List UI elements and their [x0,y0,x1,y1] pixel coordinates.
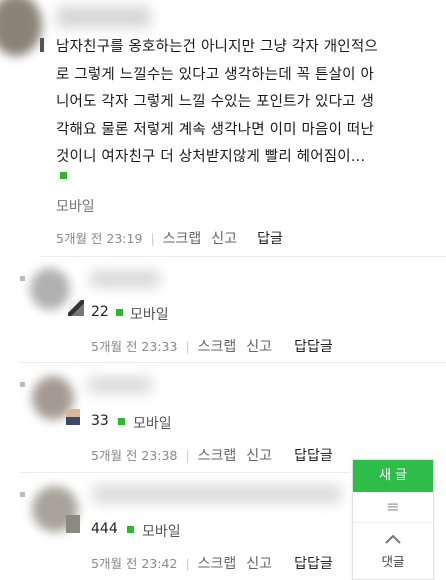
comments-label[interactable]: 댓글 [353,551,433,570]
reply-text: 33 [91,413,109,429]
source-label: 모바일 [142,524,181,540]
divider [20,362,446,363]
nickname-blurred[interactable] [88,376,152,394]
timestamp: 5개월 전 23:38 [91,448,178,463]
reply-meta: 5개월 전 23:42 | 스크랩 신고 답답글 [91,553,333,573]
separator: | [185,448,190,463]
separator: | [185,556,190,571]
separator: | [150,231,155,246]
nickname-blurred[interactable] [90,270,160,288]
comment-line: 니어도 각자 그렇게 느낄 수있는 포인트가 있다고 생 [56,94,375,110]
separator: | [185,339,190,354]
avatar[interactable] [30,268,70,310]
report-button[interactable]: 신고 [246,448,272,464]
scrap-button[interactable]: 스크랩 [163,231,202,247]
reply-button[interactable]: 답글 [257,231,283,247]
avatar-thumbnail [68,300,84,316]
timestamp: 5개월 전 23:42 [91,556,178,571]
chevron-up-icon-svg [385,534,401,544]
comment-marker [40,38,44,52]
report-button[interactable]: 신고 [211,231,237,247]
reply-marker [20,382,25,387]
comment-meta: 5개월 전 23:19 | 스크랩 신고 답글 [56,228,283,248]
nickname-blurred[interactable] [56,6,151,28]
comment-line: 각해요 물론 저렇게 계속 생각나면 이미 마음이 떠난 [56,121,375,138]
floating-nav: 새 글 ≡ 댓글 [352,459,434,580]
reply-meta: 5개월 전 23:33 | 스크랩 신고 답답글 [91,336,333,356]
source-label: 모바일 [133,416,172,432]
scrap-button[interactable]: 스크랩 [198,448,237,464]
comment-line: 것이니 여자친구 더 상처받지않게 빨리 헤어짐이... [56,144,444,179]
comment-line-text: 것이니 여자친구 더 상처받지않게 빨리 헤어짐이... [56,149,366,165]
divider [40,256,446,257]
source-label: 모바일 [130,307,169,323]
reply-button[interactable]: 답답글 [294,556,333,572]
reply-marker [20,276,25,281]
new-post-button[interactable]: 새 글 [353,460,433,492]
chevron-up-icon[interactable] [353,523,433,551]
timestamp: 5개월 전 23:19 [56,231,143,246]
reply-button[interactable]: 답답글 [294,448,333,464]
scrap-button[interactable]: 스크랩 [198,339,237,355]
nickname-blurred[interactable] [92,484,342,504]
avatar-thumbnail [66,515,80,533]
source-label: 모바일 [56,199,95,215]
mobile-dot-icon [116,309,123,316]
reply-button[interactable]: 답답글 [294,339,333,355]
scrap-button[interactable]: 스크랩 [198,556,237,572]
reply-text: 444 [91,521,118,537]
divider [20,472,350,473]
reply-marker [20,492,25,497]
reply-text: 22 [91,304,109,320]
report-button[interactable]: 신고 [246,339,272,355]
comment-line: 로 그렇게 느낄수는 있다고 생각하는데 꼭 튼살이 아 [56,66,375,83]
comment-text: 남자친구를 옹호하는건 아니지만 그냥 각자 개인적으 로 그렇게 느낄수는 있… [56,34,444,179]
reply-meta: 5개월 전 23:38 | 스크랩 신고 답답글 [91,445,333,465]
mobile-dot-icon [60,171,67,179]
mobile-dot-icon [127,526,134,533]
avatar-thumbnail [66,409,80,425]
report-button[interactable]: 신고 [246,556,272,572]
comment-line: 남자친구를 옹호하는건 아니지만 그냥 각자 개인적으 [56,39,378,55]
timestamp: 5개월 전 23:33 [91,339,178,354]
avatar[interactable] [0,0,42,56]
mobile-dot-icon [118,418,125,425]
menu-icon[interactable]: ≡ [353,492,433,523]
